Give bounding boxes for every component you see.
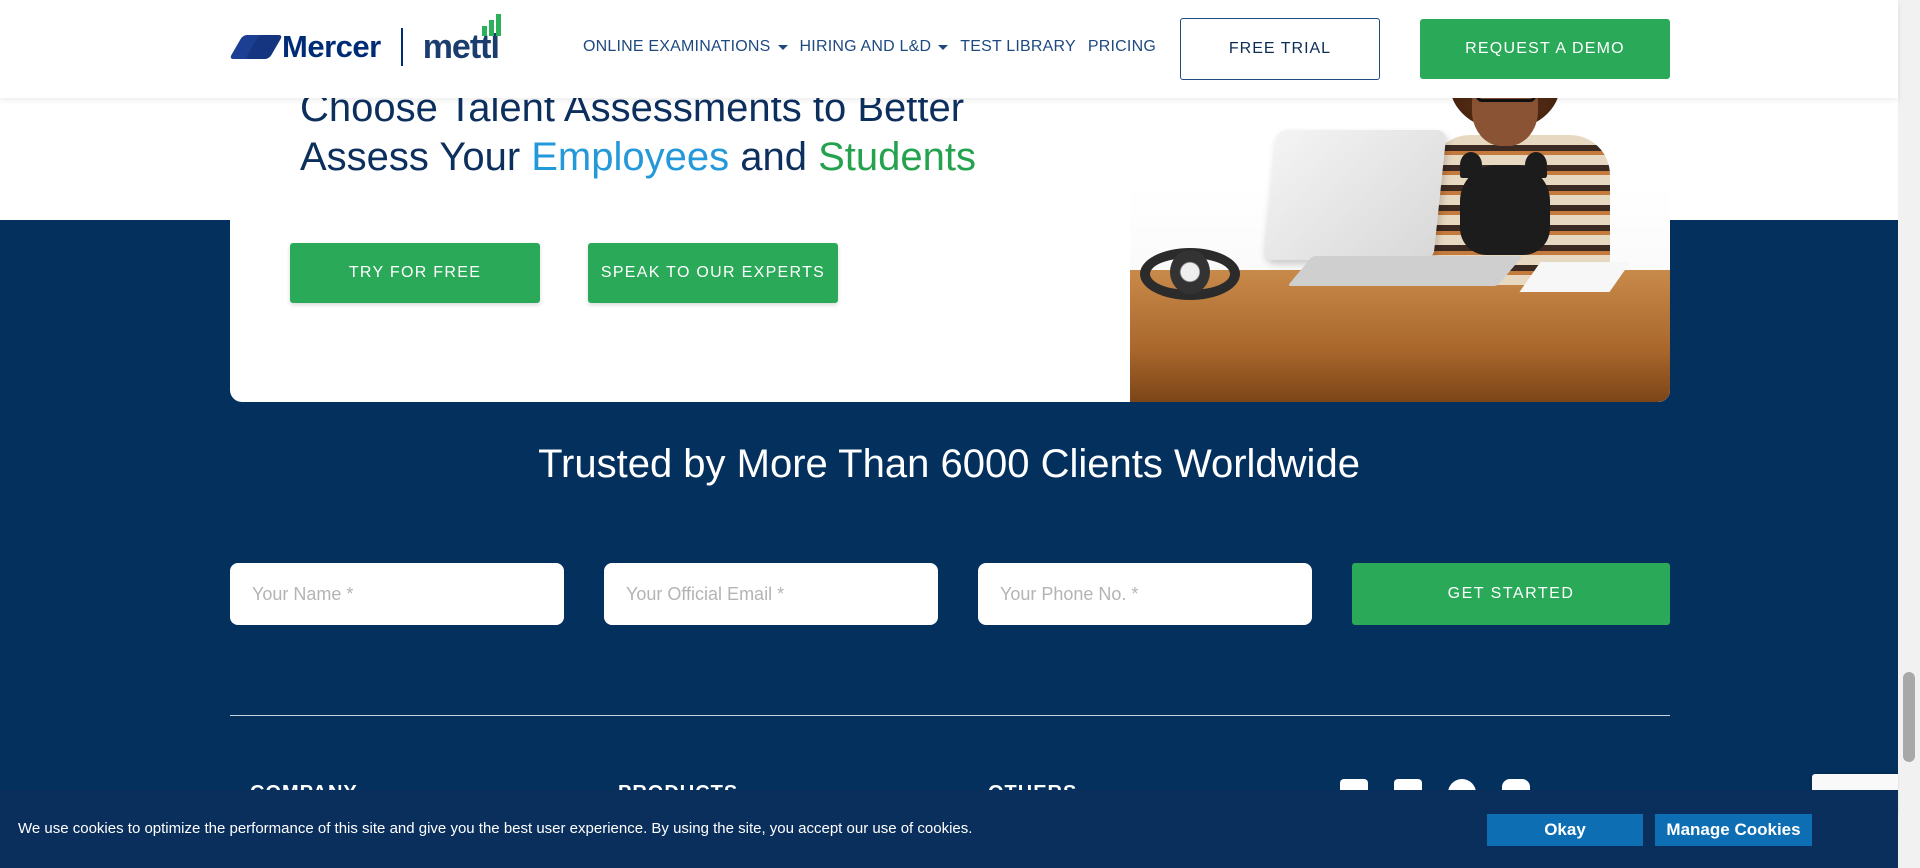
hero-title: Choose Talent Assessments to Better Asse… xyxy=(300,98,976,179)
logo-divider xyxy=(400,28,403,66)
cookie-banner: We use cookies to optimize the performan… xyxy=(0,790,1898,868)
email-input[interactable] xyxy=(604,563,938,625)
photo-glasses xyxy=(1476,98,1536,102)
cookie-okay-button[interactable]: Okay xyxy=(1487,814,1643,846)
caret-down-icon xyxy=(777,44,788,50)
title-highlight-students: Students xyxy=(818,135,976,179)
nav-pricing[interactable]: PRICING xyxy=(1088,38,1156,56)
mercer-logo-mark-icon xyxy=(229,33,283,61)
caret-down-icon xyxy=(938,44,949,50)
mercer-mettl-logo[interactable]: Mercer mettl xyxy=(229,13,501,74)
try-for-free-button[interactable]: TRY FOR FREE xyxy=(290,243,540,303)
trusted-heading: Trusted by More Than 6000 Clients Worldw… xyxy=(538,442,1360,486)
mettl-bars-icon xyxy=(481,13,501,36)
free-trial-button[interactable]: FREE TRIAL xyxy=(1180,18,1380,80)
nav-online-examinations[interactable]: ONLINE EXAMINATIONS xyxy=(583,38,788,56)
logo-mettl-text: mettl xyxy=(423,13,501,67)
hero-card: Choose Talent Assessments to Better Asse… xyxy=(230,98,1670,402)
nav-hiring-and-ld[interactable]: HIRING AND L&D xyxy=(800,38,949,56)
hero-photo xyxy=(1130,98,1670,402)
speak-to-experts-button[interactable]: SPEAK TO OUR EXPERTS xyxy=(588,243,838,303)
logo-mercer-text: Mercer xyxy=(282,29,381,64)
title-highlight-employees: Employees xyxy=(531,135,730,179)
nav-test-library[interactable]: TEST LIBRARY xyxy=(960,38,1076,56)
scrollbar-thumb[interactable] xyxy=(1903,672,1915,762)
phone-input[interactable] xyxy=(978,563,1312,625)
photo-laptop-base xyxy=(1287,256,1523,286)
footer-divider xyxy=(230,715,1670,716)
request-demo-button[interactable]: REQUEST A DEMO xyxy=(1420,19,1670,79)
get-started-button[interactable]: GET STARTED xyxy=(1352,563,1670,625)
manage-cookies-button[interactable]: Manage Cookies xyxy=(1655,814,1812,846)
photo-dog xyxy=(1460,165,1550,255)
photo-headphone-cup xyxy=(1170,250,1210,294)
photo-laptop xyxy=(1263,130,1447,260)
cookie-text: We use cookies to optimize the performan… xyxy=(18,820,973,837)
page-scrollbar[interactable] xyxy=(1898,0,1920,868)
name-input[interactable] xyxy=(230,563,564,625)
main-nav: ONLINE EXAMINATIONS HIRING AND L&D TEST … xyxy=(583,38,1156,56)
site-header: Mercer mettl ONLINE EXAMINATIONS HIRING … xyxy=(0,0,1898,98)
